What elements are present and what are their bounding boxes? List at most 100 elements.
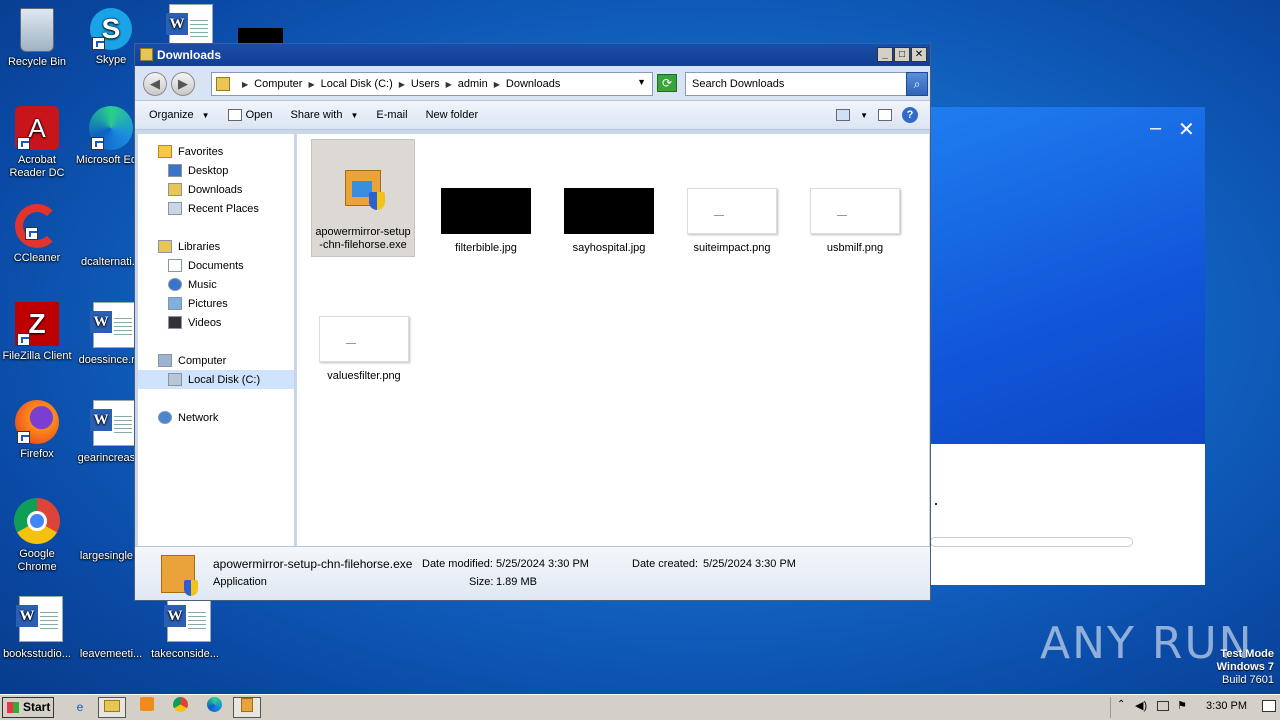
- organize-button[interactable]: Organize ▼: [149, 109, 210, 121]
- breadcrumb-arrow-icon[interactable]: ▶: [494, 80, 500, 89]
- nav-favorites[interactable]: Favorites: [158, 142, 223, 161]
- date-created-label: Date created:: [632, 558, 699, 570]
- view-options-chevron-icon[interactable]: ▼: [860, 111, 868, 120]
- installer-icon: [161, 555, 198, 596]
- file-item-png[interactable]: usbmilf.png: [803, 188, 907, 255]
- nav-libraries[interactable]: Libraries: [158, 237, 220, 256]
- nav-desktop[interactable]: Desktop: [168, 161, 228, 180]
- taskbar-installer-icon[interactable]: [233, 697, 261, 718]
- refresh-button[interactable]: ⟳: [657, 74, 677, 92]
- desktop-icon-takeconside[interactable]: takeconside...: [148, 596, 222, 661]
- breadcrumb-arrow-icon[interactable]: ▶: [308, 80, 314, 89]
- maximize-button[interactable]: □: [894, 47, 910, 62]
- flag-icon[interactable]: ⚑: [1177, 699, 1187, 712]
- desktop-icon-acrobat[interactable]: A Acrobat Reader DC: [0, 106, 74, 180]
- close-button[interactable]: ✕: [911, 47, 927, 62]
- breadcrumb-arrow-icon[interactable]: ▶: [446, 80, 452, 89]
- breadcrumb-users[interactable]: Users: [411, 78, 440, 90]
- file-name: suiteimpact.png: [693, 242, 771, 254]
- size-label: Size:: [469, 576, 494, 588]
- desktop-icon-chrome[interactable]: Google Chrome: [0, 498, 74, 574]
- forward-button[interactable]: ▶: [171, 72, 195, 96]
- open-button[interactable]: Open: [227, 109, 273, 121]
- breadcrumb-downloads[interactable]: Downloads: [506, 78, 560, 90]
- size-value: 1.89 MB: [496, 576, 537, 588]
- minimize-button[interactable]: _: [877, 47, 893, 62]
- nav-downloads-label: Downloads: [188, 183, 243, 196]
- desktop-icon-firefox[interactable]: Firefox: [0, 400, 74, 461]
- installer-minimize-button[interactable]: –: [1150, 117, 1161, 140]
- change-view-icon[interactable]: [836, 109, 851, 121]
- preview-pane-icon[interactable]: [878, 109, 892, 121]
- installer-close-button[interactable]: ✕: [1178, 117, 1195, 142]
- help-icon[interactable]: ?: [902, 107, 918, 123]
- breadcrumb-local-disk[interactable]: Local Disk (C:): [321, 78, 393, 90]
- search-input[interactable]: Search Downloads: [685, 72, 907, 96]
- taskbar-edge-icon[interactable]: [200, 697, 228, 718]
- search-icon[interactable]: ⌕: [906, 72, 928, 96]
- installer-banner: [930, 107, 1205, 444]
- start-button[interactable]: Start: [2, 697, 54, 718]
- installer-window[interactable]: – ✕: [930, 107, 1205, 585]
- breadcrumb-admin[interactable]: admin: [458, 78, 488, 90]
- date-created-value: 5/25/2024 3:30 PM: [703, 558, 796, 570]
- desktop-icon-filezilla[interactable]: Z FileZilla Client: [0, 302, 74, 363]
- share-with-button[interactable]: Share with ▼: [290, 109, 358, 121]
- watermark-line-3: Build 7601: [1222, 674, 1274, 686]
- email-label: E-mail: [376, 109, 408, 121]
- taskbar-media-player-icon[interactable]: [133, 697, 161, 718]
- back-button[interactable]: ◀: [143, 72, 167, 96]
- nav-pictures[interactable]: Pictures: [168, 294, 228, 313]
- show-hidden-icons-icon[interactable]: ⌃: [1117, 699, 1125, 710]
- shortcut-arrow-icon: [25, 227, 38, 240]
- word-document-icon: [87, 302, 137, 350]
- network-tray-icon[interactable]: [1157, 701, 1169, 711]
- file-item-png[interactable]: suiteimpact.png: [680, 188, 784, 255]
- breadcrumb-arrow-icon[interactable]: ▶: [399, 80, 405, 89]
- music-icon: [168, 278, 182, 291]
- nav-music[interactable]: Music: [168, 275, 217, 294]
- nav-pictures-label: Pictures: [188, 297, 228, 310]
- taskbar-chrome-icon[interactable]: [166, 697, 194, 718]
- skype-icon: S: [90, 8, 132, 50]
- desktop-icon-ccleaner[interactable]: CCleaner: [0, 204, 74, 265]
- explorer-window[interactable]: Downloads _ □ ✕ ◀ ▶ ▶ Computer ▶ Local Dis…: [134, 43, 931, 601]
- word-document-icon: [87, 400, 137, 448]
- nav-downloads[interactable]: Downloads: [168, 180, 242, 199]
- address-bar[interactable]: ▶ Computer ▶ Local Disk (C:) ▶ Users ▶ admin…: [211, 72, 653, 96]
- details-filetype: Application: [213, 576, 267, 588]
- nav-recent-places[interactable]: Recent Places: [168, 199, 259, 218]
- address-dropdown-icon[interactable]: ▼: [637, 77, 646, 87]
- file-item-jpg[interactable]: sayhospital.jpg: [557, 188, 661, 255]
- nav-libraries-label: Libraries: [178, 240, 221, 253]
- clock[interactable]: 3:30 PM: [1206, 700, 1247, 712]
- breadcrumb-computer[interactable]: Computer: [254, 78, 302, 90]
- desktop-icon-recycle-bin[interactable]: Recycle Bin: [0, 8, 74, 69]
- new-folder-button[interactable]: New folder: [426, 109, 479, 121]
- show-desktop-icon[interactable]: [1262, 700, 1276, 712]
- open-label: Open: [245, 109, 273, 121]
- nav-local-disk[interactable]: Local Disk (C:): [138, 370, 294, 389]
- installer-icon: [345, 170, 385, 210]
- email-button[interactable]: E-mail: [376, 109, 407, 121]
- title-bar[interactable]: Downloads _ □ ✕: [135, 44, 930, 66]
- computer-icon: [158, 354, 172, 367]
- volume-icon[interactable]: ◀): [1135, 699, 1147, 712]
- file-item-png[interactable]: valuesfilter.png: [312, 316, 416, 383]
- nav-documents[interactable]: Documents: [168, 256, 244, 275]
- desktop-icon-booksstudio[interactable]: booksstudio...: [0, 596, 74, 661]
- file-item-exe[interactable]: apowermirror-setup-chn-filehorse.exe: [311, 139, 415, 257]
- recent-places-icon: [168, 202, 182, 215]
- chevron-down-icon: ▼: [201, 110, 210, 120]
- date-modified-value: 5/25/2024 3:30 PM: [496, 558, 589, 570]
- desktop-icon-leavemeeti[interactable]: leavemeeti...: [74, 596, 148, 661]
- taskbar-ie-icon[interactable]: e: [66, 697, 94, 718]
- image-thumbnail: [810, 188, 900, 234]
- nav-videos[interactable]: Videos: [168, 313, 221, 332]
- blank-file-icon: [87, 498, 135, 546]
- nav-computer[interactable]: Computer: [158, 351, 226, 370]
- file-item-jpg[interactable]: filterbible.jpg: [434, 188, 538, 255]
- breadcrumb-arrow-icon[interactable]: ▶: [242, 80, 248, 89]
- nav-network[interactable]: Network: [158, 408, 218, 427]
- taskbar-explorer-icon[interactable]: [98, 697, 126, 718]
